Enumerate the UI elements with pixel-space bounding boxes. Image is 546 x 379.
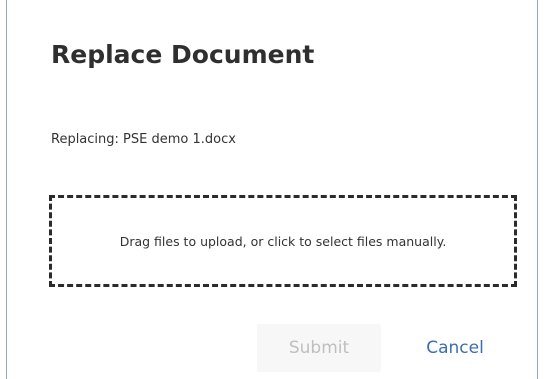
- dialog-title: Replace Document: [51, 40, 315, 69]
- drop-zone-instructions: Drag files to upload, or click to select…: [119, 233, 447, 249]
- replace-document-dialog: Replace Document Replacing: PSE demo 1.d…: [6, 0, 538, 379]
- submit-button[interactable]: Submit: [257, 324, 381, 372]
- file-drop-zone[interactable]: Drag files to upload, or click to select…: [49, 195, 517, 287]
- cancel-button[interactable]: Cancel: [407, 324, 503, 372]
- replacing-file-text: Replacing: PSE demo 1.docx: [51, 132, 236, 147]
